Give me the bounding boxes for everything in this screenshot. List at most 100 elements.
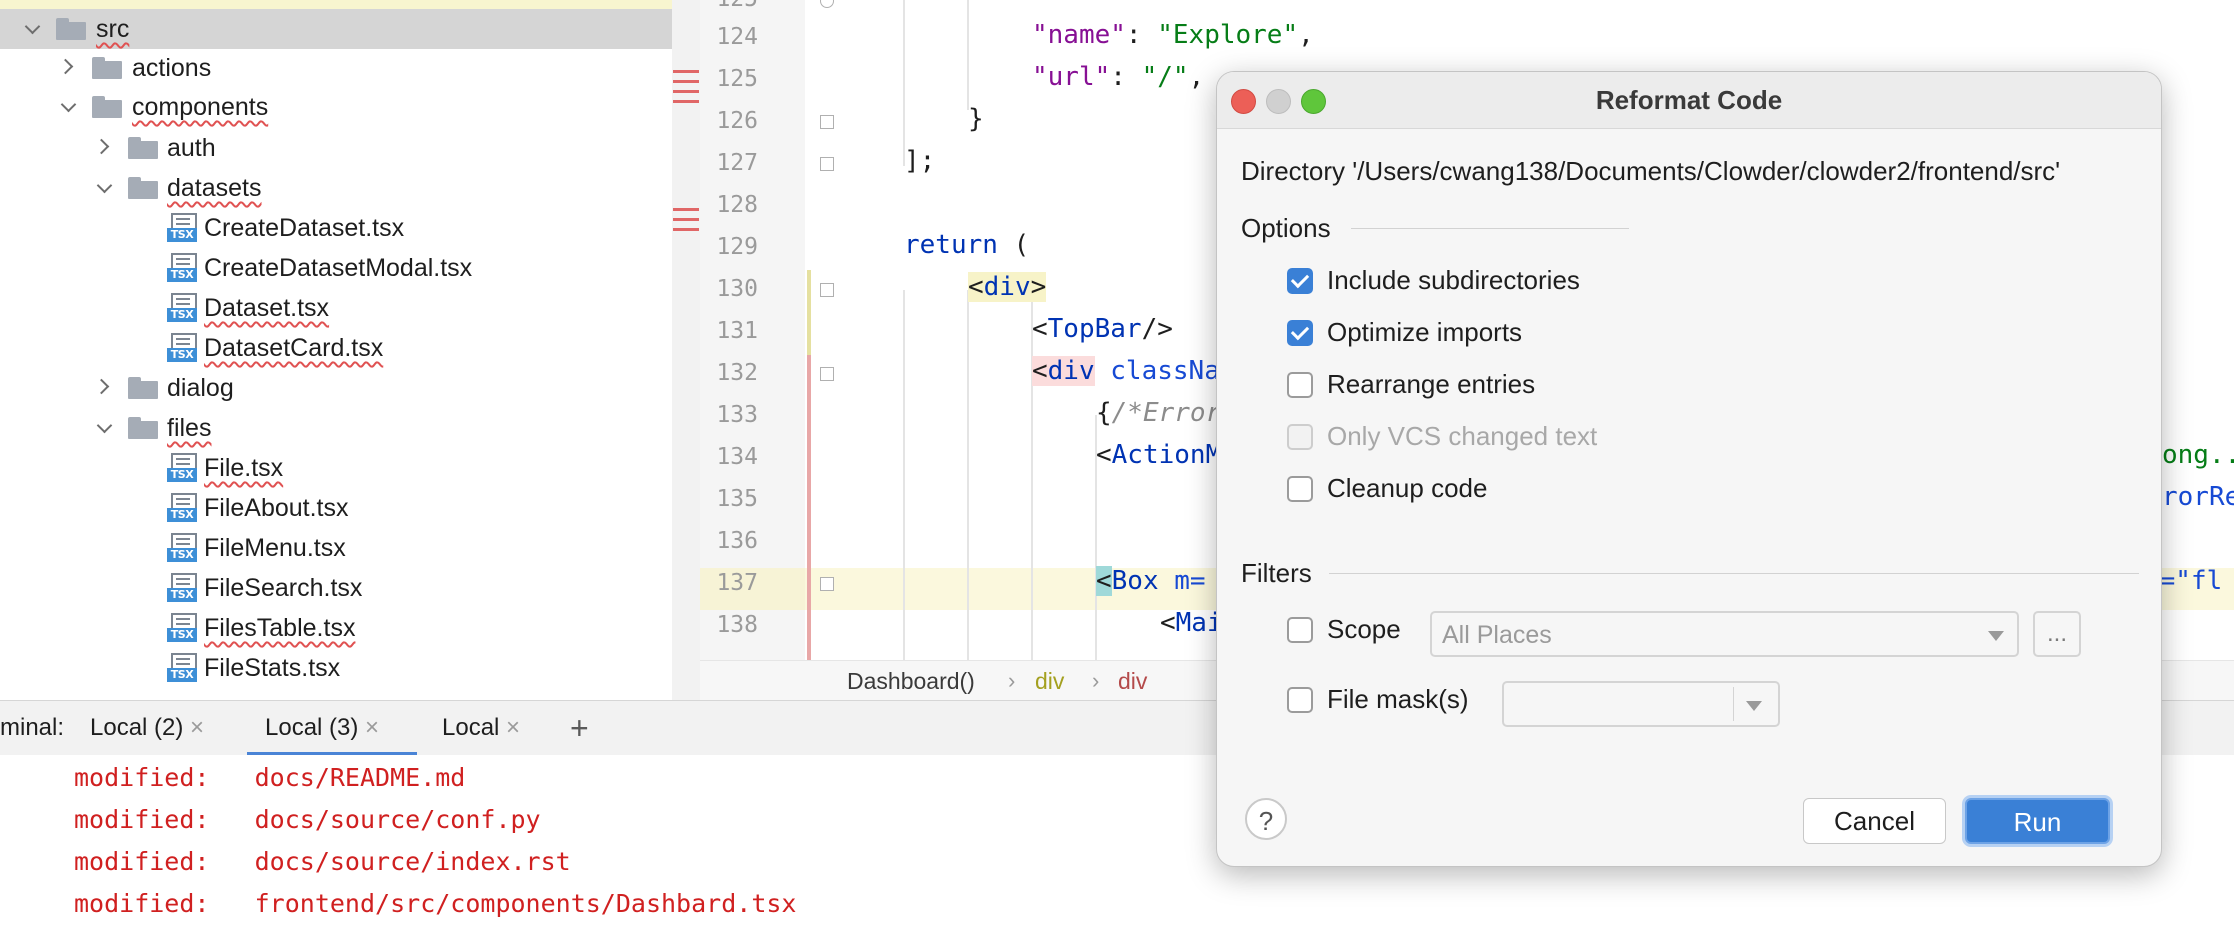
tree-item-label: FileAbout.tsx [204,494,349,522]
folder-icon [128,177,158,199]
tree-item-filemenu[interactable]: TSX FileMenu.tsx [0,528,672,568]
terminal-tab[interactable]: Local (2) × [90,701,204,755]
scope-select[interactable]: All Places [1430,611,2019,657]
chevron-down-icon[interactable] [60,99,76,115]
close-icon[interactable]: × [365,714,379,741]
tsx-file-icon: TSX [167,333,197,363]
code-line-134: <ActionM [1096,440,1222,470]
tree-item-filesearch[interactable]: TSX FileSearch.tsx [0,568,672,608]
folder-icon [128,417,158,439]
tree-item-label: datasets [167,174,262,202]
terminal-tab[interactable]: Local × [442,701,520,755]
fold-marker[interactable] [820,115,834,129]
checkbox[interactable] [1287,320,1313,346]
line-number: 137 [716,570,758,596]
checkbox[interactable] [1287,687,1313,713]
file-mask-select[interactable] [1502,681,1780,727]
checkbox[interactable] [1287,617,1313,643]
folder-icon [92,96,122,118]
change-marker[interactable] [807,355,811,660]
error-marker[interactable] [673,70,699,73]
chevron-right-icon[interactable] [96,378,112,394]
folder-icon [56,18,86,40]
error-marker[interactable] [673,80,699,83]
checkbox[interactable] [1287,476,1313,502]
tree-item-filestable[interactable]: TSX FilesTable.tsx [0,608,672,648]
error-marker[interactable] [673,100,699,103]
line-number: 125 [716,66,758,92]
close-icon[interactable]: × [506,714,520,741]
close-icon[interactable]: × [190,714,204,741]
code-line-130: <div> [968,272,1047,302]
breadcrumb-separator: › [1092,668,1100,693]
line-number: 138 [716,612,758,638]
tree-item-datasetcard[interactable]: TSX DatasetCard.tsx [0,328,672,368]
options-header: Options [1241,213,1331,243]
breadcrumb-item[interactable]: div [1118,661,1147,700]
browse-scope-button[interactable]: ... [2033,611,2081,657]
tree-item-datasets[interactable]: datasets [0,168,672,208]
chevron-down-icon[interactable] [96,420,112,436]
fold-marker[interactable] [820,367,834,381]
breadcrumb-item[interactable]: Dashboard() [847,661,975,700]
tree-item-fileabout[interactable]: TSX FileAbout.tsx [0,488,672,528]
tree-item-dataset[interactable]: TSX Dataset.tsx [0,288,672,328]
error-marker[interactable] [673,208,699,211]
chevron-right-icon[interactable] [60,58,76,74]
indent-guide [967,0,969,110]
line-number: 130 [716,276,758,302]
line-number: 126 [716,108,758,134]
error-marker[interactable] [673,228,699,231]
fold-marker[interactable] [820,157,834,171]
fold-marker[interactable] [820,283,834,297]
tree-item-actions[interactable]: actions [0,48,672,88]
tree-item-dialog[interactable]: dialog [0,368,672,408]
code-line-138: <Mai [1160,608,1223,638]
breadcrumb-item[interactable]: div [1035,661,1064,700]
tsx-file-icon: TSX [167,573,197,603]
tsx-file-icon: TSX [167,213,197,243]
indent-guide [1031,290,1033,660]
folder-icon [128,137,158,159]
tree-item-createdataset[interactable]: TSX CreateDataset.tsx [0,208,672,248]
tsx-file-icon: TSX [167,293,197,323]
tree-item-file[interactable]: TSX File.tsx [0,448,672,488]
tree-item-components[interactable]: components [0,87,672,127]
checkbox[interactable] [1287,268,1313,294]
tab-label: Local (2) [90,714,184,741]
run-button[interactable]: Run [1965,798,2110,844]
code-line-135-tail: rorRe [2162,482,2234,512]
add-tab-icon[interactable]: + [570,701,589,755]
option-label: Rearrange entries [1327,369,1536,399]
help-button[interactable]: ? [1245,798,1287,840]
chevron-down-icon[interactable] [24,21,40,37]
code-line-129: return ( [904,230,1030,260]
fold-marker[interactable] [820,577,834,591]
chevron-down-icon[interactable] [96,180,112,196]
fold-marker[interactable] [820,0,834,8]
tree-item-files[interactable]: files [0,408,672,448]
option-label: Include subdirectories [1327,265,1580,295]
tree-item-label: actions [132,54,212,82]
line-number: 127 [716,150,758,176]
tsx-file-icon: TSX [167,533,197,563]
directory-label: Directory '/Users/cwang138/Documents/Clo… [1241,156,2061,186]
tree-item-createdatasetmodal[interactable]: TSX CreateDatasetModal.tsx [0,248,672,288]
error-marker[interactable] [673,90,699,93]
terminal-line: modified: frontend/src/components/Dashba… [74,889,797,918]
cancel-button[interactable]: Cancel [1803,798,1946,844]
error-marker[interactable] [673,218,699,221]
chevron-right-icon[interactable] [96,138,112,154]
filters-header: Filters [1241,558,1312,588]
tree-item-label: FileStats.tsx [204,654,341,682]
tree-item-filestats[interactable]: TSX FileStats.tsx [0,648,672,688]
tree-item-label: FilesTable.tsx [204,614,356,642]
tree-item-auth[interactable]: auth [0,128,672,168]
line-number: 133 [716,402,758,428]
indent-guide [903,0,905,166]
tree-item-src[interactable]: src [0,9,672,49]
checkbox[interactable] [1287,372,1313,398]
terminal-tab-active[interactable]: Local (3) × [247,701,417,755]
line-number: 132 [716,360,758,386]
code-line-126: } [968,104,984,134]
